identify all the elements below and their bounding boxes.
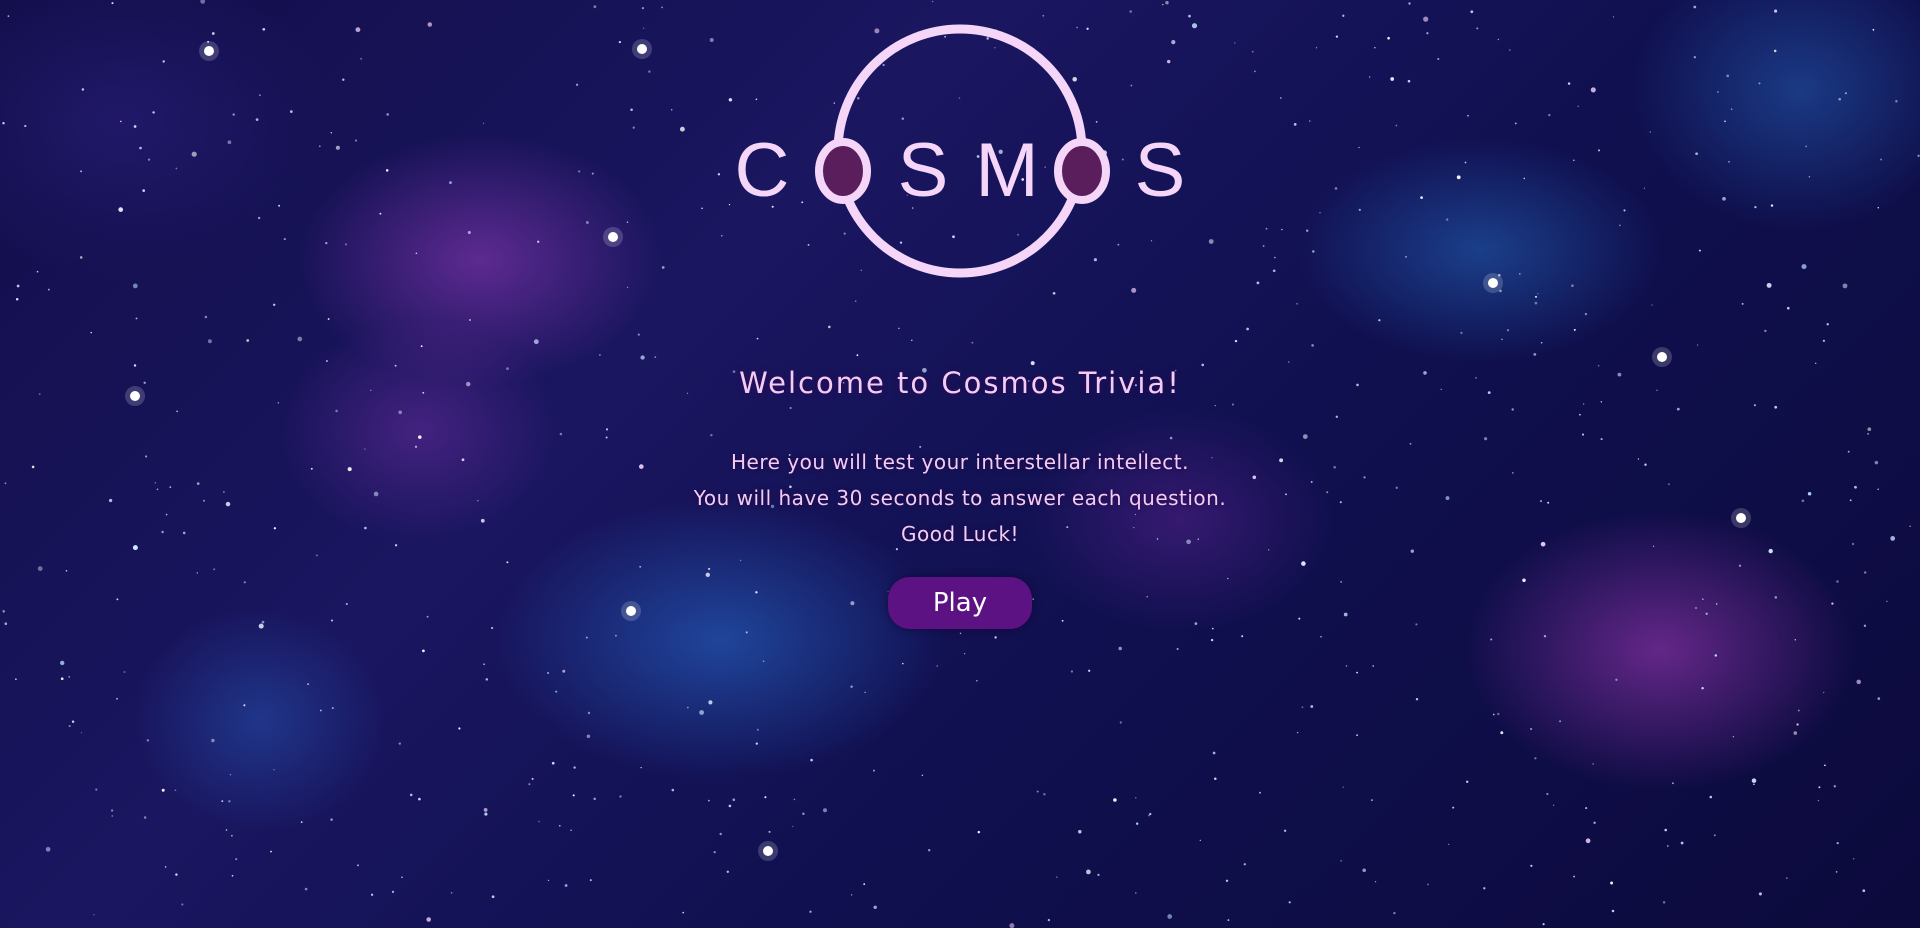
instructions-line-3: Good Luck! <box>900 522 1020 546</box>
logo-letter-o-first <box>815 138 871 204</box>
instructions-line-1: Here you will test your interstellar int… <box>731 450 1189 474</box>
logo-letter-s-first: S <box>898 128 949 213</box>
logo-ring <box>833 24 1087 278</box>
logo-letter-m: M <box>975 128 1038 213</box>
cosmos-logo: C S M S <box>730 20 1190 280</box>
welcome-title: Welcome to Cosmos Trivia! <box>739 366 1181 400</box>
instructions: Here you will test your interstellar int… <box>0 444 1920 552</box>
welcome-screen: C S M S Welcome to Cosmos Trivia! Here y… <box>0 0 1920 928</box>
logo-letter-c: C <box>735 128 790 213</box>
logo-letter-o-second <box>1054 138 1110 204</box>
play-button[interactable]: Play <box>888 577 1032 629</box>
logo-letter-s-second: S <box>1135 128 1186 213</box>
instructions-line-2: You will have 30 seconds to answer each … <box>693 486 1227 510</box>
